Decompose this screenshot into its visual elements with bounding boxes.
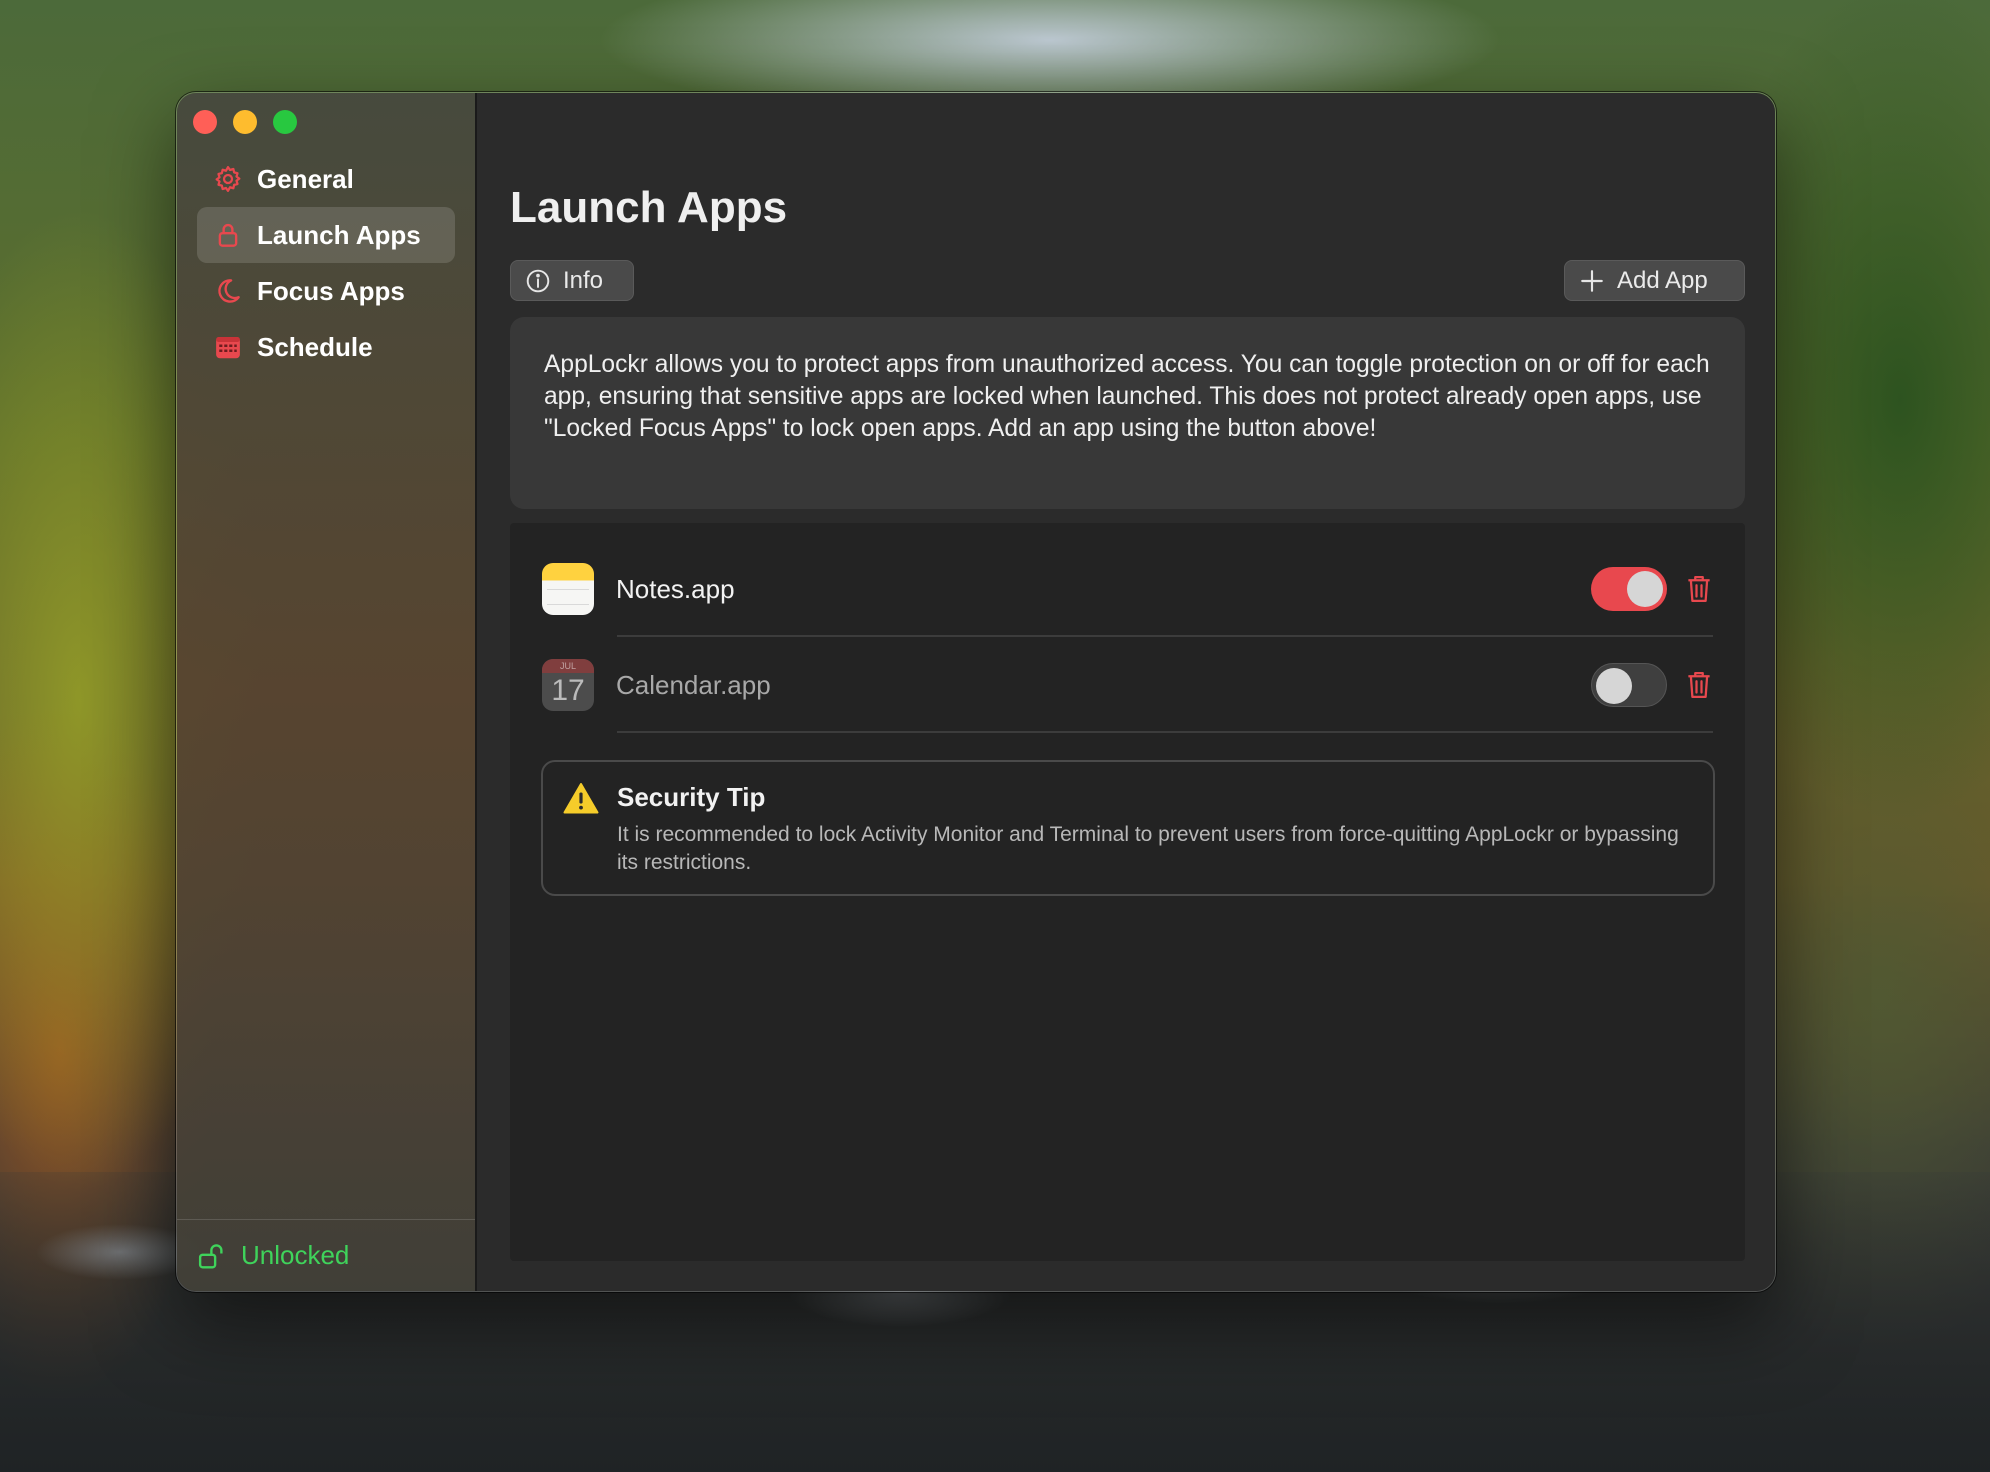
sidebar-nav: General Launch Apps Focus Apps Schedule xyxy=(197,151,455,375)
sidebar-item-label: Focus Apps xyxy=(257,275,405,306)
info-button-label: Info xyxy=(563,266,604,294)
calendar-app-icon: JUL 17 xyxy=(542,659,594,711)
calendar-grid-icon xyxy=(213,332,243,362)
notes-app-icon xyxy=(542,563,594,615)
sidebar-item-launch-apps[interactable]: Launch Apps xyxy=(197,207,455,263)
sidebar-item-label: Launch Apps xyxy=(257,219,421,250)
sidebar-item-focus-apps[interactable]: Focus Apps xyxy=(197,263,455,319)
unlocked-lock-icon xyxy=(197,1241,227,1271)
security-tip: Security Tip It is recommended to lock A… xyxy=(541,760,1715,896)
lock-status-label: Unlocked xyxy=(241,1240,350,1270)
app-window: General Launch Apps Focus Apps Schedule … xyxy=(176,92,1776,1292)
calendar-icon-day: 17 xyxy=(551,674,585,707)
app-name: Calendar.app xyxy=(616,669,771,700)
sidebar-item-general[interactable]: General xyxy=(197,151,455,207)
plus-icon xyxy=(1579,268,1605,294)
lock-icon xyxy=(213,220,243,250)
info-circle-icon xyxy=(525,268,551,294)
warning-triangle-icon xyxy=(563,783,599,814)
gear-icon xyxy=(213,164,243,194)
security-tip-text: It is recommended to lock Activity Monit… xyxy=(617,823,1679,874)
close-window-button[interactable] xyxy=(193,110,217,134)
row-separator xyxy=(617,731,1713,733)
sidebar-item-label: General xyxy=(257,163,354,194)
calendar-protection-toggle[interactable] xyxy=(1591,663,1667,707)
notes-protection-toggle[interactable] xyxy=(1591,567,1667,611)
add-app-button[interactable]: Add App xyxy=(1564,260,1745,301)
trash-icon xyxy=(1688,576,1710,602)
app-name: Notes.app xyxy=(616,573,735,604)
sidebar-item-schedule[interactable]: Schedule xyxy=(197,319,455,375)
info-button[interactable]: Info xyxy=(510,260,634,301)
app-list: Notes.app JUL 17 Calendar.app Security T… xyxy=(510,523,1745,1261)
main-content: Launch Apps Info Add App AppLockr allows… xyxy=(477,93,1775,1291)
security-tip-title: Security Tip xyxy=(617,782,766,812)
toggle-knob xyxy=(1627,571,1663,607)
trash-icon xyxy=(1688,672,1710,698)
delete-notes-button[interactable] xyxy=(1685,573,1713,605)
traffic-lights xyxy=(193,110,297,134)
minimize-window-button[interactable] xyxy=(233,110,257,134)
info-description: AppLockr allows you to protect apps from… xyxy=(510,317,1745,509)
list-item-notes: Notes.app xyxy=(542,541,1713,637)
calendar-icon-month: JUL xyxy=(542,659,594,673)
toggle-knob xyxy=(1596,668,1632,704)
add-app-button-label: Add App xyxy=(1617,266,1708,294)
lock-status: Unlocked xyxy=(177,1219,475,1291)
delete-calendar-button[interactable] xyxy=(1685,669,1713,701)
sidebar-item-label: Schedule xyxy=(257,331,373,362)
zoom-window-button[interactable] xyxy=(273,110,297,134)
list-item-calendar: JUL 17 Calendar.app xyxy=(542,637,1713,733)
sidebar: General Launch Apps Focus Apps Schedule … xyxy=(177,93,477,1291)
moon-icon xyxy=(213,276,243,306)
page-title: Launch Apps xyxy=(510,183,788,232)
